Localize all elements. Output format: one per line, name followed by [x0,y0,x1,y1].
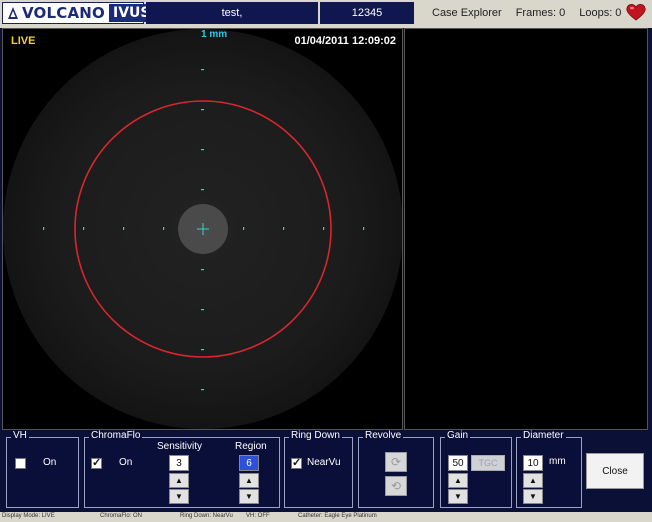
status-bar: Display Mode: LIVE ChromaFlo: ON Ring Do… [0,512,652,522]
nearvu-checkbox[interactable] [291,456,302,469]
longitudinal-view[interactable] [404,28,648,430]
sensitivity-value[interactable]: 3 [169,455,189,471]
scale-marker [83,227,85,230]
gain-title: Gain [445,430,471,441]
rotate-icon: ⟳ [390,455,402,469]
ring-down-panel: Ring Down NearVu [284,430,353,508]
nearvu-label: NearVu [307,457,341,468]
scale-marker [201,109,204,111]
chromaflo-title: ChromaFlo [89,430,143,441]
rotate-icon: ⟲ [390,479,402,493]
tgc-button[interactable]: TGC [471,455,505,471]
scale-marker [363,227,365,230]
frames-count: Frames: 0 [515,7,566,19]
sensitivity-up-button[interactable]: ▲ [169,473,189,488]
region-label: Region [235,441,267,452]
case-explorer-button[interactable]: Case Explorer [432,7,502,19]
vh-panel: VH On [6,430,79,508]
gain-value[interactable]: 50 [448,455,468,471]
scale-marker [201,189,204,191]
patient-name-field[interactable]: test, [146,2,318,24]
status-chromaflo: ChromaFlo: ON [100,513,143,519]
scale-marker [201,69,204,71]
revolve-back-button[interactable]: ⟲ [385,476,407,496]
status-display-mode: Display Mode: LIVE [2,513,55,519]
scale-marker [243,227,245,230]
scale-marker [123,227,125,230]
live-ivus-view[interactable]: LIVE 1 mm 01/04/2011 12:09:02 [2,28,403,430]
diameter-up-button[interactable]: ▲ [523,473,543,488]
diameter-down-button[interactable]: ▼ [523,489,543,504]
header-bar: VOLCANO IVUS test, 12345 Case Explorer F… [0,0,652,28]
region-value[interactable]: 6 [239,455,259,471]
chromaflo-checkbox[interactable] [91,456,102,469]
region-down-button[interactable]: ▼ [239,489,259,504]
scale-marker [201,149,204,151]
datetime-label: 01/04/2011 12:09:02 [294,35,396,47]
volcano-logo: VOLCANO IVUS [2,2,155,24]
scale-marker [201,309,204,311]
status-vh: VH: OFF [246,513,270,519]
close-button[interactable]: Close [586,453,644,489]
ivus-image [3,29,402,429]
scale-marker [201,389,204,391]
patient-id-field[interactable]: 12345 [320,2,414,24]
scale-marker [201,349,204,351]
revolve-forward-button[interactable]: ⟳ [385,452,407,472]
status-catheter: Catheter: Eagle Eye Platinum [298,513,377,519]
scale-label: 1 mm [201,29,228,40]
scale-marker [163,227,165,230]
chromaflo-panel: ChromaFlo On Sensitivity 3 ▲ ▼ Region 6 … [84,430,280,508]
header-info: Case Explorer Frames: 0 Loops: 0 [418,2,650,24]
vh-title: VH [11,430,29,441]
gain-down-button[interactable]: ▼ [448,489,468,504]
region-up-button[interactable]: ▲ [239,473,259,488]
scale-marker [323,227,325,230]
diameter-value[interactable]: 10 [523,455,543,471]
revolve-title: Revolve [363,430,404,441]
status-ring-down: Ring Down: NearVu [180,513,233,519]
live-label: LIVE [11,35,36,47]
gain-up-button[interactable]: ▲ [448,473,468,488]
vh-on-label: On [43,457,57,468]
brand-name: VOLCANO [22,4,105,22]
vh-checkbox[interactable] [15,458,26,469]
sensitivity-label: Sensitivity [157,441,203,452]
heart-icon[interactable] [626,3,646,26]
volcano-mark-icon [7,6,19,20]
diameter-title: Diameter [521,430,566,441]
sensitivity-down-button[interactable]: ▼ [169,489,189,504]
loops-count: Loops: 0 [579,7,622,19]
revolve-panel: Revolve ⟳ ⟲ [358,430,434,508]
gain-panel: Gain 50 TGC ▲ ▼ [440,430,512,508]
diameter-panel: Diameter 10 mm ▲ ▼ [516,430,582,508]
scale-marker [43,227,45,230]
chromaflo-on-label: On [119,457,133,468]
scale-marker [283,227,285,230]
ring-down-title: Ring Down [289,430,342,441]
scale-marker [201,269,204,271]
diameter-unit: mm [549,456,566,467]
